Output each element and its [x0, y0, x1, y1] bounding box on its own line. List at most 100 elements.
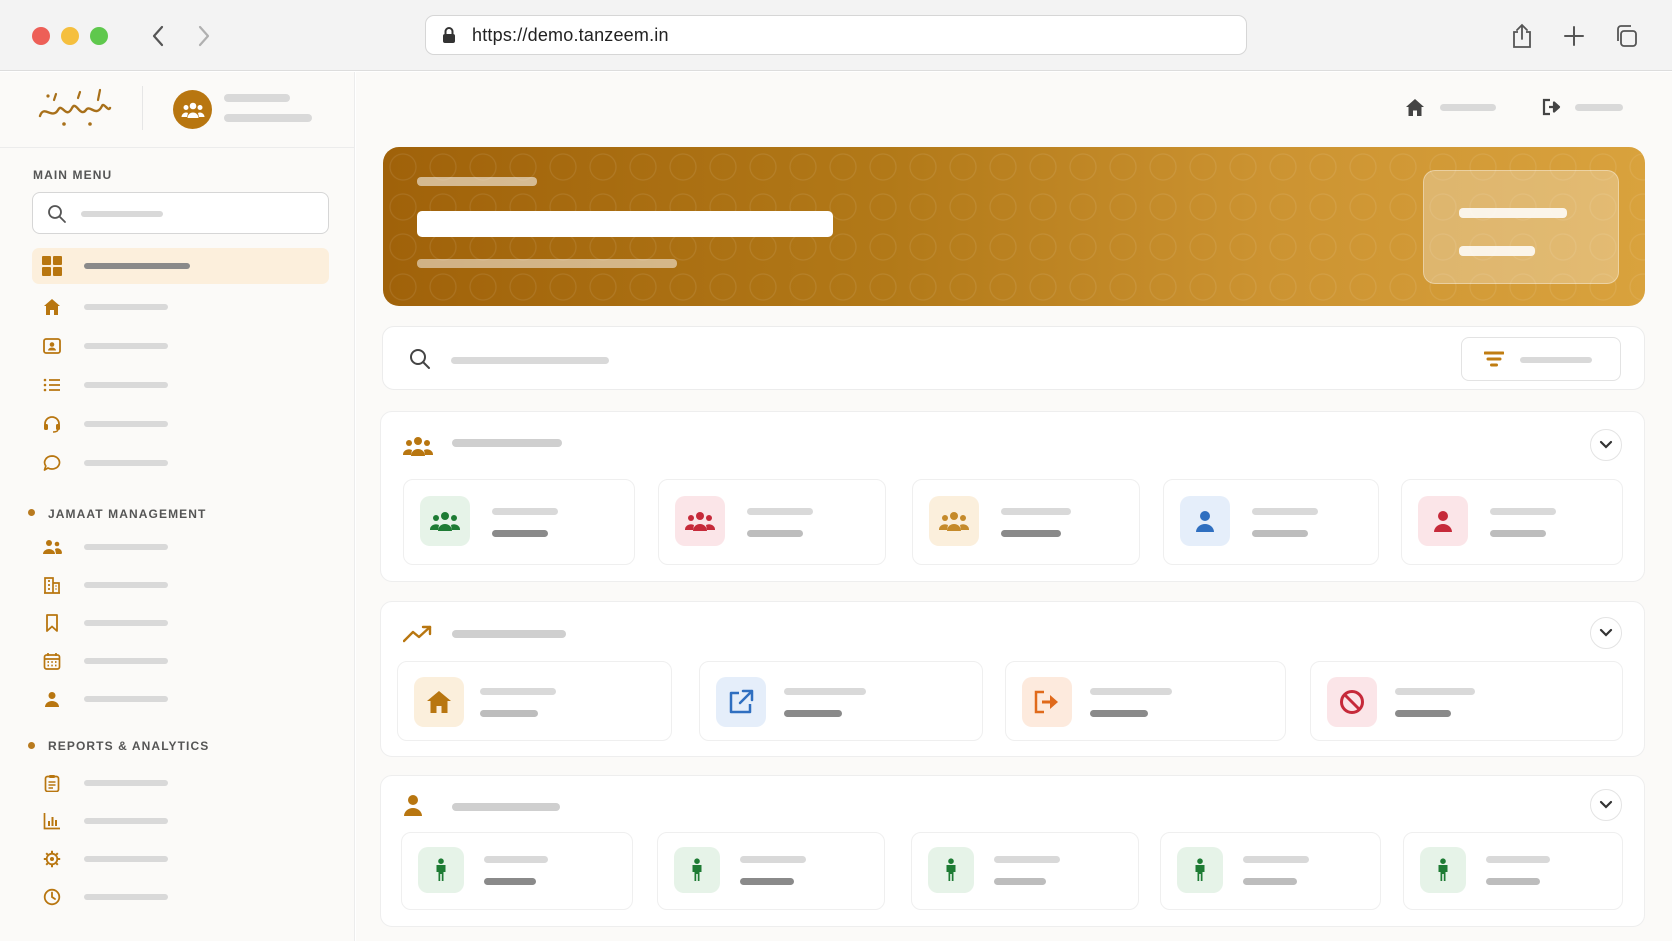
- sidebar-item-home[interactable]: [32, 289, 329, 325]
- sidebar-item-reports[interactable]: [32, 765, 329, 801]
- card-value-placeholder: [492, 530, 548, 537]
- chevron-right-icon: [198, 25, 210, 47]
- bookmark-icon: [42, 613, 62, 633]
- sidebar-search-input[interactable]: [32, 192, 329, 234]
- card-value-placeholder: [1090, 710, 1148, 717]
- card-value-placeholder: [1486, 878, 1540, 885]
- browser-toolbar: https://demo.tanzeem.in: [0, 0, 1672, 71]
- sidebar: MAIN MENU JAMAAT MANAGEMENT REPORTS & AN…: [0, 72, 355, 941]
- stat-card-transfers-out[interactable]: [699, 661, 983, 741]
- address-bar[interactable]: https://demo.tanzeem.in: [425, 15, 1247, 55]
- standing-person-icon: [418, 847, 464, 893]
- back-button[interactable]: [144, 22, 172, 50]
- dashboard-icon: [42, 256, 62, 276]
- tab-overview-button[interactable]: [1610, 20, 1642, 52]
- card-label-placeholder: [1395, 688, 1475, 695]
- logout-icon[interactable]: [1542, 98, 1562, 121]
- url-text: https://demo.tanzeem.in: [472, 24, 669, 45]
- zoom-window-button[interactable]: [90, 27, 108, 45]
- card-label-placeholder: [1243, 856, 1309, 863]
- stat-card-individual[interactable]: [911, 832, 1139, 910]
- stat-card-individual[interactable]: [657, 832, 885, 910]
- forward-button[interactable]: [190, 22, 218, 50]
- external-link-icon: [716, 677, 766, 727]
- sidebar-item-history[interactable]: [32, 879, 329, 915]
- card-label-placeholder: [1001, 508, 1071, 515]
- filter-icon: [1483, 351, 1505, 374]
- trend-up-icon: [402, 625, 433, 648]
- card-label-placeholder: [740, 856, 806, 863]
- people-icon: [42, 537, 62, 557]
- card-label-placeholder: [994, 856, 1060, 863]
- sidebar-item-jamaat-members[interactable]: [32, 529, 329, 565]
- exit-icon: [1022, 677, 1072, 727]
- divider: [142, 86, 143, 130]
- stat-card-households[interactable]: [397, 661, 672, 741]
- filter-button[interactable]: [1461, 337, 1621, 381]
- card-label-placeholder: [1486, 856, 1550, 863]
- sidebar-item-analytics[interactable]: [32, 803, 329, 839]
- sidebar-item-label: [84, 382, 168, 388]
- plus-icon: [1564, 26, 1584, 46]
- sidebar-item-list[interactable]: [32, 367, 329, 403]
- filter-label-placeholder: [1520, 357, 1592, 363]
- sidebar-item-label: [84, 658, 168, 664]
- list-icon: [42, 375, 62, 395]
- id-card-icon: [42, 336, 62, 356]
- share-button[interactable]: [1506, 20, 1538, 52]
- sidebar-item-profile[interactable]: [32, 681, 329, 717]
- card-value-placeholder: [740, 878, 794, 885]
- card-value-placeholder: [1243, 878, 1297, 885]
- card-value-placeholder: [480, 710, 538, 717]
- new-tab-button[interactable]: [1558, 20, 1590, 52]
- sidebar-item-settings[interactable]: [32, 841, 329, 877]
- home-link-placeholder[interactable]: [1440, 104, 1496, 111]
- search-placeholder: [81, 211, 163, 217]
- sidebar-item-label: [84, 460, 168, 466]
- stat-card-blocked[interactable]: [1310, 661, 1623, 741]
- stat-card-female-members[interactable]: [1401, 479, 1623, 565]
- main-menu-label: MAIN MENU: [33, 168, 113, 182]
- stat-card-total-members[interactable]: [403, 479, 635, 565]
- panel-title-placeholder: [452, 439, 562, 447]
- home-icon[interactable]: [1405, 98, 1425, 122]
- group-icon: [181, 102, 204, 118]
- sidebar-header: [0, 72, 354, 148]
- stat-card-departures[interactable]: [1005, 661, 1286, 741]
- stat-card-inactive-members[interactable]: [658, 479, 886, 565]
- clipboard-icon: [42, 773, 62, 793]
- stat-card-male-members[interactable]: [1163, 479, 1379, 565]
- stat-card-individual[interactable]: [1403, 832, 1623, 910]
- stat-card-families[interactable]: [912, 479, 1140, 565]
- chevron-down-icon: [1599, 628, 1613, 637]
- sidebar-item-buildings[interactable]: [32, 567, 329, 603]
- collapse-toggle[interactable]: [1590, 429, 1622, 461]
- sidebar-item-support[interactable]: [32, 406, 329, 442]
- collapse-toggle[interactable]: [1590, 789, 1622, 821]
- organization-avatar[interactable]: [173, 90, 212, 129]
- sidebar-item-calendar[interactable]: [32, 643, 329, 679]
- chevron-down-icon: [1599, 440, 1613, 449]
- close-window-button[interactable]: [32, 27, 50, 45]
- card-value-placeholder: [1001, 530, 1061, 537]
- stat-card-individual[interactable]: [1160, 832, 1381, 910]
- jamaat-management-label: JAMAAT MANAGEMENT: [48, 507, 207, 521]
- banner-eyebrow-placeholder: [417, 177, 537, 186]
- sidebar-item-members[interactable]: [32, 328, 329, 364]
- logout-link-placeholder[interactable]: [1575, 104, 1623, 111]
- home-icon: [414, 677, 464, 727]
- sidebar-item-bookmarks[interactable]: [32, 605, 329, 641]
- standing-person-icon: [928, 847, 974, 893]
- search-icon: [47, 204, 67, 229]
- minimize-window-button[interactable]: [61, 27, 79, 45]
- home-icon: [42, 297, 62, 317]
- brand-logo[interactable]: [34, 86, 114, 130]
- sidebar-item-dashboard[interactable]: [32, 248, 329, 284]
- share-icon: [1513, 23, 1531, 48]
- collapse-toggle[interactable]: [1590, 617, 1622, 649]
- stat-card-individual[interactable]: [401, 832, 633, 910]
- chat-icon: [42, 453, 62, 473]
- search-input[interactable]: [451, 357, 609, 364]
- card-label-placeholder: [747, 508, 813, 515]
- sidebar-item-messages[interactable]: [32, 445, 329, 481]
